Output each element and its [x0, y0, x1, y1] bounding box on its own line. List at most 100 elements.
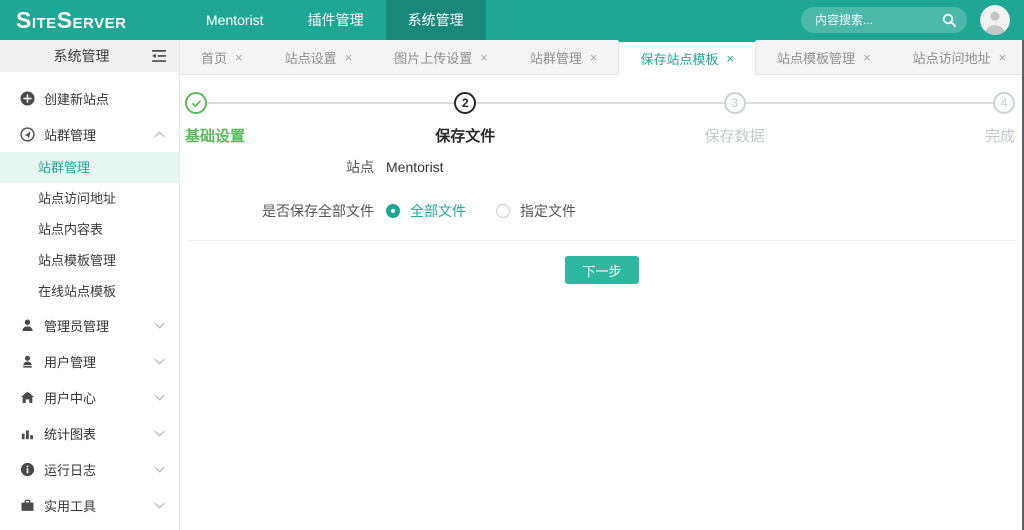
radio-label: 全部文件 — [410, 201, 466, 221]
radio-label: 指定文件 — [520, 201, 576, 221]
search-input[interactable] — [801, 13, 942, 27]
radio-option-1[interactable]: 指定文件 — [496, 201, 576, 221]
divider — [188, 240, 1016, 241]
wizard-step-1-circle — [185, 92, 207, 114]
wizard-track — [196, 102, 1004, 104]
sidebar-item-label: 站群管理 — [44, 125, 156, 144]
tab-3[interactable]: 站群管理 × — [509, 40, 619, 74]
next-step-button[interactable]: 下一步 — [565, 256, 638, 284]
wizard-step-4-circle: 4 — [993, 92, 1015, 114]
user-avatar[interactable] — [980, 5, 1010, 35]
tab-close-icon[interactable]: × — [726, 51, 734, 66]
tab-label: 站点设置 — [285, 48, 337, 67]
save-template-form: 站点 Mentorist 是否保存全部文件 全部文件 指定文件 — [180, 156, 1024, 222]
sidebar-subitem-1-4[interactable]: 在线站点模板 — [0, 276, 179, 307]
sidebar-subitem-1-3[interactable]: 站点模板管理 — [0, 245, 179, 276]
tab-label: 站点访问地址 — [913, 48, 991, 67]
topbar: SITESERVER Mentorist 插件管理 系统管理 — [0, 0, 1024, 40]
main-area: 首页×站点设置×图片上传设置×站群管理×保存站点模板×站点模板管理×站点访问地址… — [180, 40, 1024, 530]
save-all-row: 是否保存全部文件 全部文件 指定文件 — [180, 200, 1024, 222]
sidebar-item-label: 创建新站点 — [44, 89, 163, 108]
chevron-down-icon — [155, 427, 165, 437]
wizard-step-number: 3 — [731, 96, 738, 110]
topnav: Mentorist 插件管理 系统管理 — [184, 0, 486, 40]
sidebar-item-5[interactable]: 统计图表 — [0, 415, 179, 451]
tab-label: 图片上传设置 — [394, 48, 472, 67]
wizard-step-2-label: 保存文件 — [435, 125, 495, 146]
content: 基础设置2保存文件3保存数据4完成 站点 Mentorist 是否保存全部文件 … — [180, 75, 1024, 530]
wizard-step-number: 4 — [1001, 96, 1008, 110]
sidebar-header: 系统管理 — [0, 40, 179, 72]
radio-unselected-icon[interactable] — [496, 204, 510, 218]
admin-user-icon — [20, 318, 35, 333]
sidebar-item-label: 实用工具 — [44, 496, 156, 515]
check-icon — [190, 97, 203, 110]
tab-label: 保存站点模板 — [640, 49, 718, 68]
chevron-down-icon — [155, 391, 165, 401]
radio-inner-dot — [391, 209, 395, 213]
radio-option-0[interactable]: 全部文件 — [386, 201, 466, 221]
wizard-step-3-circle: 3 — [724, 92, 746, 114]
topnav-item-2[interactable]: 系统管理 — [386, 0, 486, 40]
wizard-step-4-label: 完成 — [985, 125, 1015, 146]
sidebar-item-label: 用户管理 — [44, 352, 156, 371]
bar-chart-icon — [20, 426, 35, 441]
tab-5[interactable]: 站点模板管理× — [756, 40, 892, 74]
step-wizard: 基础设置2保存文件3保存数据4完成 — [196, 92, 1004, 144]
tab-close-icon[interactable]: × — [999, 50, 1007, 65]
tab-close-icon[interactable]: × — [480, 50, 488, 65]
sidebar-item-2[interactable]: 管理员管理 — [0, 307, 179, 343]
home-icon — [20, 390, 35, 405]
tab-label: 首页 — [201, 48, 227, 67]
globe-icon — [20, 127, 35, 142]
sidebar-item-3[interactable]: 用户管理 — [0, 343, 179, 379]
chevron-up-icon — [155, 131, 165, 141]
sidebar-title: 系统管理 — [12, 46, 151, 66]
siteserver-logo[interactable]: SITESERVER — [16, 7, 166, 34]
topnav-item-1[interactable]: 插件管理 — [286, 0, 386, 40]
tab-6[interactable]: 站点访问地址 × — [892, 40, 1024, 74]
plus-circle-icon — [20, 91, 35, 106]
tab-2[interactable]: 图片上传设置 × — [373, 40, 509, 74]
sidebar-item-6[interactable]: 运行日志 — [0, 451, 179, 487]
site-row: 站点 Mentorist — [180, 156, 1024, 178]
chevron-down-icon — [155, 499, 165, 509]
tab-close-icon[interactable]: × — [590, 50, 598, 65]
tab-1[interactable]: 站点设置 × — [264, 40, 374, 74]
sidebar-subitem-1-1[interactable]: 站点访问地址 — [0, 183, 179, 214]
briefcase-icon — [20, 498, 35, 513]
topnav-item-0[interactable]: Mentorist — [184, 0, 286, 40]
radio-selected-icon[interactable] — [386, 204, 400, 218]
tab-close-icon[interactable]: × — [345, 50, 353, 65]
chevron-down-icon — [155, 355, 165, 365]
save-all-label: 是否保存全部文件 — [180, 201, 374, 221]
sidebar-menu: 创建新站点站群管理站群管理站点访问地址站点内容表站点模板管理在线站点模板管理员管… — [0, 72, 179, 523]
tab-close-icon[interactable]: × — [863, 50, 871, 65]
sidebar-item-7[interactable]: 实用工具 — [0, 487, 179, 523]
sidebar-item-label: 用户中心 — [44, 388, 156, 407]
site-label: 站点 — [180, 157, 374, 177]
wizard-step-2-circle: 2 — [454, 92, 476, 114]
chevron-down-icon — [155, 319, 165, 329]
button-row: 下一步 — [180, 256, 1024, 284]
sidebar-item-0[interactable]: 创建新站点 — [0, 80, 179, 116]
topnav-item-label: 插件管理 — [308, 12, 364, 28]
menu-fold-icon[interactable] — [151, 49, 167, 63]
topnav-item-label: 系统管理 — [408, 12, 464, 28]
content-search — [801, 7, 967, 33]
tab-label: 站群管理 — [530, 48, 582, 67]
sidebar-item-4[interactable]: 用户中心 — [0, 379, 179, 415]
tab-0[interactable]: 首页 × — [180, 40, 264, 74]
sidebar-subitem-1-0[interactable]: 站群管理 — [0, 152, 179, 183]
wizard-step-3-label: 保存数据 — [705, 125, 765, 146]
topnav-item-label: Mentorist — [206, 12, 264, 28]
chevron-down-icon — [155, 463, 165, 473]
sidebar-item-1[interactable]: 站群管理 — [0, 116, 179, 152]
logo-text: S — [16, 7, 32, 34]
search-icon[interactable] — [942, 13, 967, 27]
tab-close-icon[interactable]: × — [235, 50, 243, 65]
tabbar: 首页×站点设置×图片上传设置×站群管理×保存站点模板×站点模板管理×站点访问地址… — [180, 40, 1024, 75]
tab-4[interactable]: 保存站点模板 × — [618, 40, 756, 75]
sidebar-item-label: 管理员管理 — [44, 316, 156, 335]
sidebar-subitem-1-2[interactable]: 站点内容表 — [0, 214, 179, 245]
